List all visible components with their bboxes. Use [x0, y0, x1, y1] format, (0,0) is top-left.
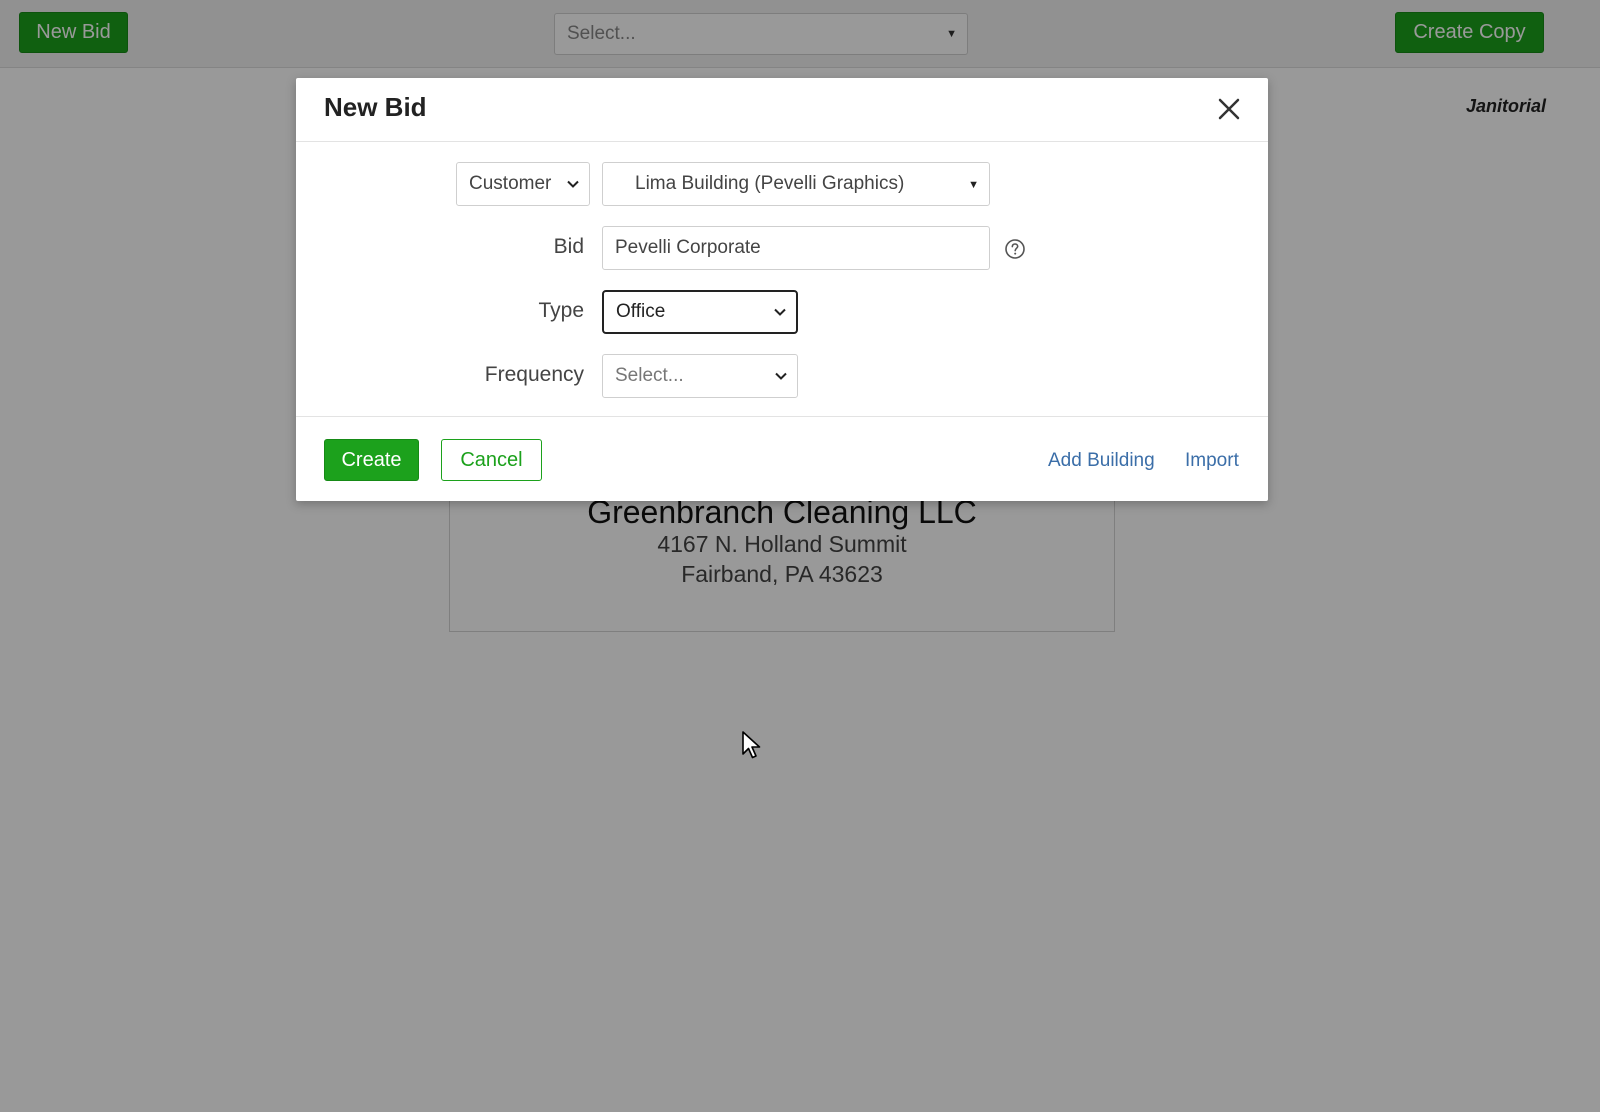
- dialog-footer: Create Cancel Add Building Import: [296, 416, 1268, 501]
- bid-label: Bid: [553, 235, 584, 258]
- type-label: Type: [538, 299, 584, 322]
- customer-select-value: Lima Building (Pevelli Graphics): [635, 173, 905, 194]
- help-icon[interactable]: [1004, 238, 1026, 260]
- close-button[interactable]: [1214, 94, 1244, 124]
- create-button[interactable]: Create: [324, 439, 419, 481]
- new-bid-dialog: New Bid Customer Lima Building (Pevelli …: [296, 78, 1268, 501]
- type-select-value: Office: [616, 301, 666, 322]
- dropdown-triangle-icon: ▼: [968, 179, 979, 191]
- frequency-label: Frequency: [484, 363, 584, 386]
- dialog-title: New Bid: [324, 92, 427, 122]
- type-select[interactable]: Office: [602, 290, 798, 334]
- close-icon: [1218, 98, 1240, 120]
- chevron-down-icon: [567, 180, 579, 188]
- frequency-select-value: Select...: [615, 365, 684, 386]
- dialog-header: New Bid: [296, 78, 1268, 142]
- customer-mode-select[interactable]: Customer: [456, 162, 590, 206]
- bid-name-input[interactable]: Pevelli Corporate: [602, 226, 990, 270]
- mouse-cursor-icon: [742, 731, 761, 759]
- customer-select[interactable]: Lima Building (Pevelli Graphics) ▼: [602, 162, 990, 206]
- chevron-down-icon: [775, 372, 787, 380]
- customer-mode-value: Customer: [469, 173, 552, 194]
- add-building-link[interactable]: Add Building: [1048, 450, 1155, 472]
- import-link[interactable]: Import: [1185, 450, 1239, 472]
- bid-name-value: Pevelli Corporate: [615, 237, 761, 258]
- cancel-button[interactable]: Cancel: [441, 439, 542, 481]
- chevron-down-icon: [774, 308, 786, 316]
- frequency-select[interactable]: Select...: [602, 354, 798, 398]
